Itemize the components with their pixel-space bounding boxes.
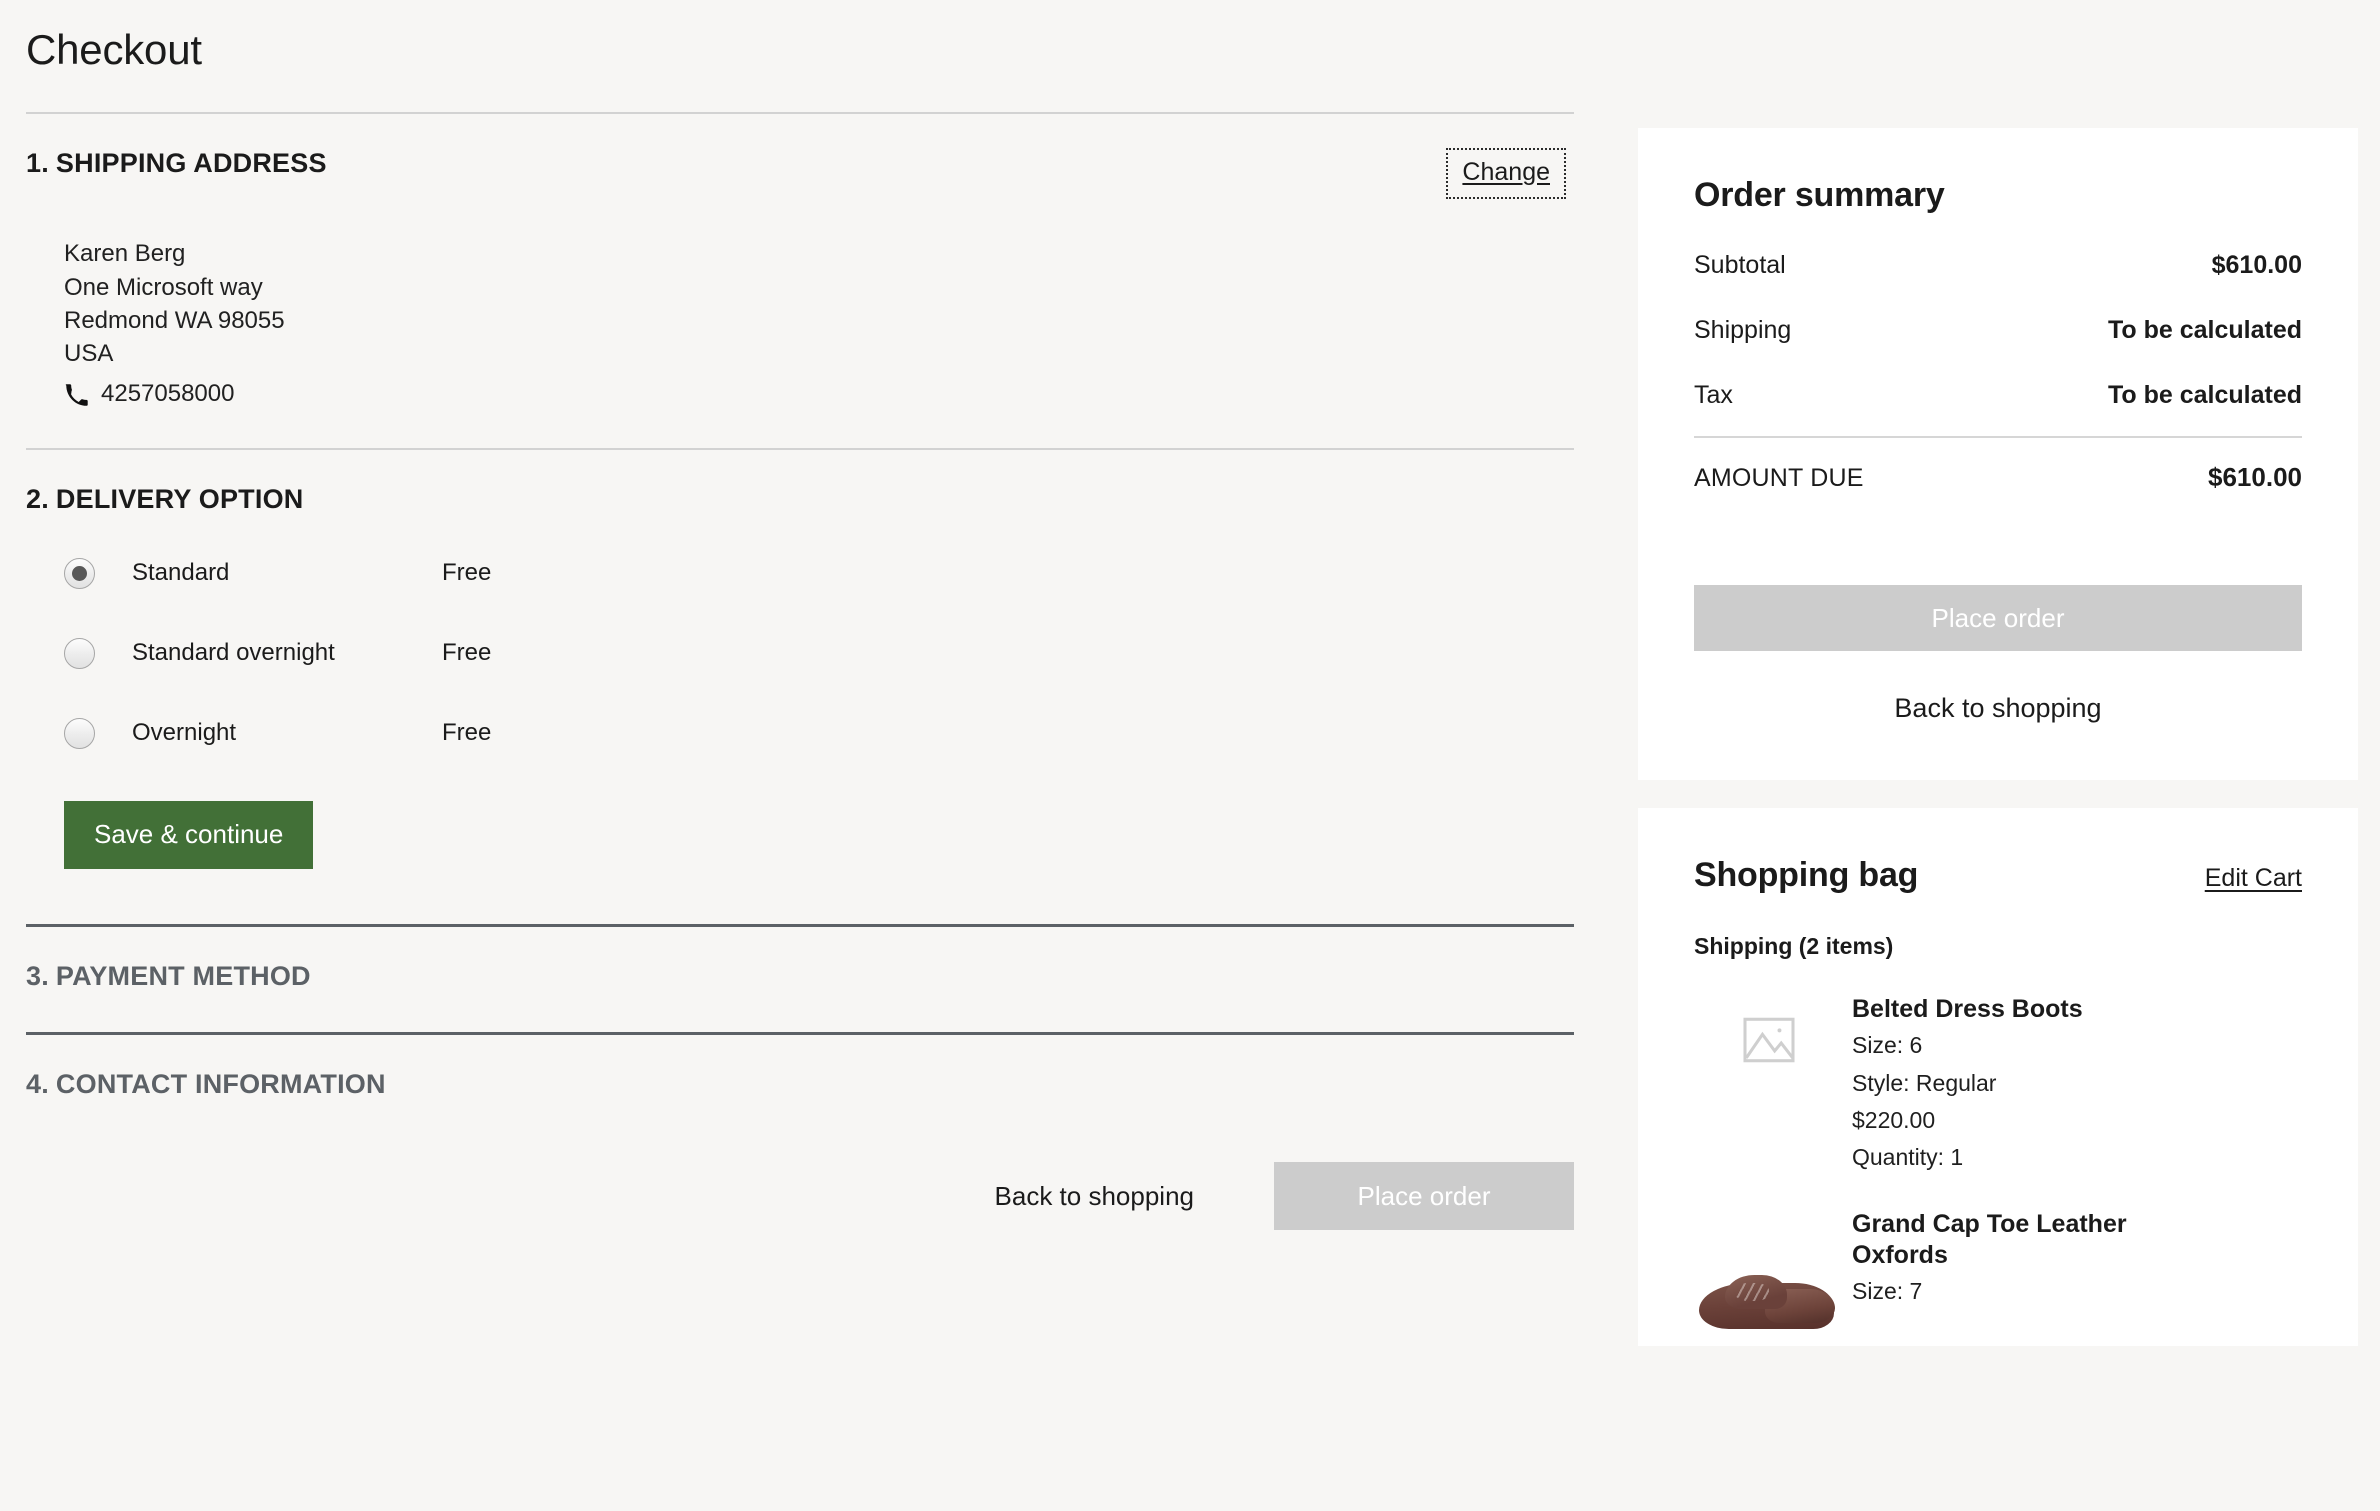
shipping-address-block: Karen Berg One Microsoft way Redmond WA … [64,237,1574,410]
tax-value: To be calculated [2107,381,2302,409]
bag-item-size: Size: 7 [1852,1278,1923,1305]
section-payment-method[interactable]: 3. PAYMENT METHOD [0,927,1600,1032]
bag-item-info: Belted Dress Boots Size: 6 Style: Regula… [1844,994,2083,1175]
payment-section-title: 3. PAYMENT METHOD [26,961,311,992]
section-contact-information[interactable]: 4. CONTACT INFORMATION [0,1035,1600,1100]
amount-due-value: $610.00 [2208,462,2302,492]
checkout-page: Checkout 1. SHIPPING ADDRESS Change Karen… [0,0,2380,1511]
delivery-option-overnight[interactable]: Overnight Free [64,707,1574,759]
delivery-options-list: Standard Free Standard overnight Free Ov… [64,547,1574,759]
delivery-section-spacer [26,869,1574,924]
bag-item-name: Grand Cap Toe Leather Oxfords [1852,1209,2127,1269]
delivery-option-standard-overnight-label[interactable]: Standard overnight [132,639,442,667]
tax-label: Tax [1694,381,1733,409]
bag-item-quantity: Quantity: 1 [1852,1144,1964,1171]
order-summary-card: Order summary Subtotal $610.00 Shipping … [1638,128,2358,780]
order-summary-divider [1694,436,2302,438]
summary-back-to-shopping-button[interactable]: Back to shopping [1694,693,2302,724]
delivery-option-overnight-label[interactable]: Overnight [132,719,442,747]
footer-back-to-shopping-button[interactable]: Back to shopping [969,1171,1220,1222]
delivery-section-header: 2. DELIVERY OPTION [26,450,1574,515]
radio-standard-dot [72,565,87,581]
contact-section-label: CONTACT INFORMATION [55,1069,386,1100]
amount-due-label: AMOUNT DUE [1694,464,1864,492]
bag-item-info: Grand Cap Toe Leather Oxfords Size: 7 [1844,1209,2182,1309]
shopping-bag-title: Shopping bag [1694,856,1919,894]
order-summary-row-subtotal: Subtotal $610.00 [1694,251,2302,280]
subtotal-value: $610.00 [2211,251,2302,279]
footer-place-order-button[interactable]: Place order [1274,1162,1574,1231]
bag-item-size: Size: 6 [1852,1032,1923,1059]
card-gap [1600,780,2380,808]
contact-section-number: 4. [26,1069,49,1100]
radio-overnight[interactable] [64,717,95,749]
address-city-state-zip: Redmond WA 98055 [64,307,285,335]
checkout-footer-actions: Back to shopping Place order [0,1100,1600,1231]
payment-section-header: 3. PAYMENT METHOD [26,927,1574,992]
shopping-bag-header: Shopping bag Edit Cart [1694,856,2302,895]
list-item[interactable]: Belted Dress Boots Size: 6 Style: Regula… [1694,994,2302,1175]
delivery-option-standard-overnight-price: Free [442,639,492,667]
radio-standard-overnight[interactable] [64,637,95,669]
shipping-cost-label: Shipping [1694,316,1792,344]
section-delivery-option: 2. DELIVERY OPTION Standard Free Standard… [0,450,1600,924]
section-shipping-address: 1. SHIPPING ADDRESS Change Karen Berg One… [0,114,1600,410]
subtotal-label: Subtotal [1694,251,1786,279]
image-placeholder-icon [1742,1016,1796,1064]
shipping-cost-value: To be calculated [2107,316,2302,344]
address-name: Karen Berg [64,240,186,268]
shopping-bag-group-label: Shipping (2 items) [1694,933,1894,959]
order-summary-row-tax: Tax To be calculated [1694,381,2302,410]
bag-item-thumbnail [1694,994,1844,1064]
page-title: Checkout [26,26,202,73]
list-item[interactable]: Grand Cap Toe Leather Oxfords Size: 7 [1694,1209,2302,1336]
address-country: USA [64,340,114,368]
bag-item-name: Belted Dress Boots [1852,995,2083,1023]
shipping-section-title: 1. SHIPPING ADDRESS [26,148,327,179]
delivery-option-overnight-price: Free [442,719,492,747]
delivery-section-title: 2. DELIVERY OPTION [26,484,303,515]
order-summary-amount-due-row: AMOUNT DUE $610.00 [1694,462,2302,493]
delivery-option-standard-price: Free [442,559,492,587]
change-address-button[interactable]: Change [1446,148,1566,200]
bag-item-thumbnail [1694,1209,1844,1336]
checkout-main-column: Checkout 1. SHIPPING ADDRESS Change Karen… [0,0,1600,1231]
order-summary-title: Order summary [1694,176,1945,214]
save-and-continue-button[interactable]: Save & continue [64,801,314,870]
payment-section-label: PAYMENT METHOD [55,961,311,992]
edit-cart-button[interactable]: Edit Cart [2205,864,2302,893]
bag-item-style: Style: Regular [1852,1069,1997,1096]
shipping-section-label: SHIPPING ADDRESS [55,148,327,179]
radio-standard[interactable] [64,557,95,589]
contact-section-title: 4. CONTACT INFORMATION [26,1069,386,1100]
delivery-option-standard-label[interactable]: Standard [132,559,442,587]
order-summary-row-shipping: Shipping To be calculated [1694,316,2302,345]
contact-section-header: 4. CONTACT INFORMATION [26,1035,1574,1100]
address-street: One Microsoft way [64,273,263,301]
address-phone-number: 4257058000 [101,379,235,407]
phone-icon [64,383,88,407]
bag-item-price: $220.00 [1852,1106,1936,1133]
shipping-section-number: 1. [26,148,49,179]
checkout-side-column: Order summary Subtotal $610.00 Shipping … [1600,0,2380,1346]
delivery-option-standard-overnight[interactable]: Standard overnight Free [64,627,1574,679]
address-phone-row: 4257058000 [64,377,1574,410]
delivery-option-standard[interactable]: Standard Free [64,547,1574,599]
shopping-bag-card: Shopping bag Edit Cart Shipping (2 items… [1638,808,2358,1346]
brown-oxford-shoe-photo [1695,1231,1843,1336]
shipping-section-header: 1. SHIPPING ADDRESS Change [26,114,1574,200]
summary-place-order-button[interactable]: Place order [1694,585,2302,651]
payment-section-number: 3. [26,961,49,992]
delivery-section-number: 2. [26,484,49,515]
delivery-section-label: DELIVERY OPTION [55,484,304,515]
